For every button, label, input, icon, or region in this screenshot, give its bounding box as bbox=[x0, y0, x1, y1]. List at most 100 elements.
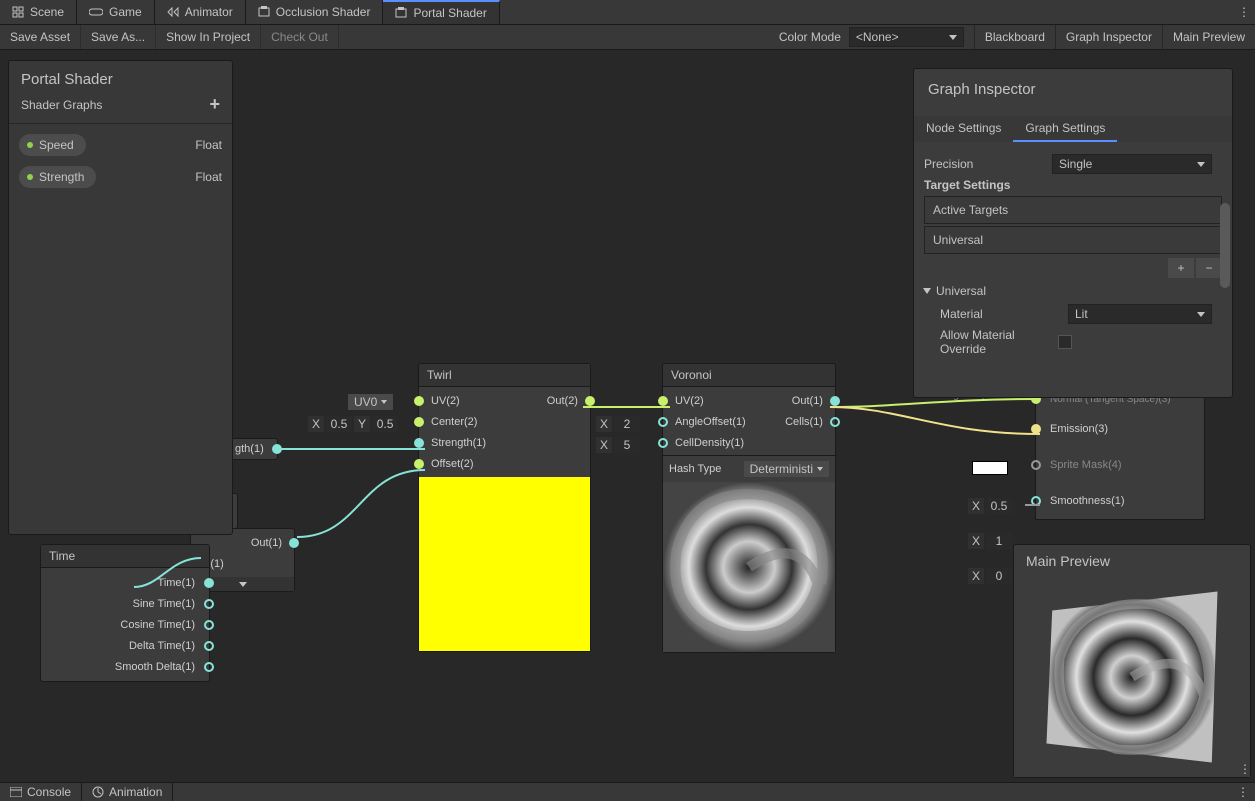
property-strength[interactable]: Strength bbox=[19, 166, 96, 188]
tab-console[interactable]: Console bbox=[0, 783, 82, 801]
float-input[interactable]: X0 bbox=[968, 568, 1012, 584]
animation-icon bbox=[92, 786, 104, 798]
target-universal-item[interactable]: Universal bbox=[924, 226, 1222, 254]
cell-density-input[interactable]: X5 bbox=[596, 437, 640, 453]
precision-select[interactable]: Single bbox=[1052, 154, 1212, 174]
output-port[interactable] bbox=[830, 396, 840, 406]
window-tab-bar: Scene Game Animator Occlusion Shader Por… bbox=[0, 0, 1255, 25]
center-xy-input[interactable]: X0.5 Y0.5 bbox=[308, 416, 398, 432]
blackboard-subtitle: Shader Graphs bbox=[21, 98, 102, 112]
universal-foldout[interactable]: Universal bbox=[924, 284, 1222, 298]
main-preview-title: Main Preview bbox=[1014, 545, 1250, 577]
main-preview-viewport[interactable] bbox=[1014, 577, 1250, 777]
node-title: Twirl bbox=[419, 364, 590, 387]
tab-occlusion-shader[interactable]: Occlusion Shader bbox=[246, 0, 384, 24]
chevron-down-icon bbox=[923, 288, 931, 294]
float-input[interactable]: X1 bbox=[968, 533, 1012, 549]
tab-graph-settings[interactable]: Graph Settings bbox=[1013, 116, 1117, 142]
tab-label: Occlusion Shader bbox=[276, 5, 371, 19]
input-port[interactable] bbox=[658, 417, 668, 427]
node-preview bbox=[663, 482, 835, 652]
property-dot-icon bbox=[27, 174, 33, 180]
property-speed[interactable]: Speed bbox=[19, 134, 86, 156]
tab-label: Animator bbox=[185, 5, 233, 19]
graph-inspector-panel[interactable]: Graph Inspector Node Settings Graph Sett… bbox=[913, 68, 1233, 398]
tab-animation[interactable]: Animation bbox=[82, 783, 173, 801]
uv-channel-select[interactable]: UV0 bbox=[348, 394, 393, 410]
output-port[interactable] bbox=[289, 538, 299, 548]
tab-scene[interactable]: Scene bbox=[0, 0, 77, 24]
output-port[interactable] bbox=[585, 396, 595, 406]
input-port[interactable] bbox=[414, 396, 424, 406]
chevron-down-icon bbox=[1197, 162, 1205, 167]
allow-override-label: Allow Material Override bbox=[940, 328, 1050, 356]
output-port[interactable] bbox=[204, 620, 214, 630]
main-preview-toggle[interactable]: Main Preview bbox=[1162, 25, 1255, 49]
tab-animator[interactable]: Animator bbox=[155, 0, 246, 24]
color-swatch[interactable] bbox=[972, 461, 1008, 475]
blackboard-panel[interactable]: Portal Shader Shader Graphs + Speed Floa… bbox=[8, 60, 233, 535]
tab-node-settings[interactable]: Node Settings bbox=[914, 116, 1013, 142]
console-icon bbox=[10, 787, 22, 797]
property-node-strength[interactable]: gth(1) bbox=[230, 438, 278, 460]
property-dot-icon bbox=[27, 142, 33, 148]
output-port[interactable] bbox=[272, 444, 282, 454]
node-time[interactable]: Time Time(1) Sine Time(1) Cosine Time(1)… bbox=[40, 544, 210, 682]
scene-icon bbox=[12, 6, 24, 18]
property-type: Float bbox=[195, 138, 222, 152]
node-fragment[interactable]: Normal (Tangent Space)(3) Emission(3) Sp… bbox=[1035, 386, 1205, 520]
material-label: Material bbox=[940, 307, 1060, 321]
remove-target-button[interactable]: − bbox=[1196, 258, 1222, 278]
output-port[interactable] bbox=[204, 599, 214, 609]
material-select[interactable]: Lit bbox=[1068, 304, 1212, 324]
input-port[interactable] bbox=[1031, 496, 1041, 506]
main-preview-panel[interactable]: Main Preview bbox=[1013, 544, 1251, 778]
output-port[interactable] bbox=[830, 417, 840, 427]
add-property-button[interactable]: + bbox=[209, 94, 220, 115]
shader-toolbar: Save Asset Save As... Show In Project Ch… bbox=[0, 25, 1255, 50]
tab-game[interactable]: Game bbox=[77, 0, 155, 24]
hash-type-select[interactable]: Deterministi bbox=[744, 461, 829, 477]
add-target-button[interactable]: + bbox=[1168, 258, 1194, 278]
input-port[interactable] bbox=[1031, 424, 1041, 434]
inspector-scrollbar[interactable] bbox=[1220, 203, 1230, 288]
chevron-down-icon bbox=[949, 35, 957, 40]
input-port[interactable] bbox=[658, 438, 668, 448]
output-port[interactable] bbox=[204, 662, 214, 672]
node-voronoi[interactable]: Voronoi UV(2) Out(1) AngleOffset(1) Cell… bbox=[662, 363, 836, 653]
tab-portal-shader[interactable]: Portal Shader bbox=[383, 0, 499, 24]
check-out-button[interactable]: Check Out bbox=[261, 25, 339, 49]
blackboard-title: Portal Shader bbox=[21, 71, 220, 88]
input-port[interactable] bbox=[414, 459, 424, 469]
preview-context-menu[interactable]: ⋮ bbox=[1239, 762, 1251, 776]
color-mode-select[interactable]: <None> bbox=[849, 27, 964, 47]
blackboard-toggle[interactable]: Blackboard bbox=[974, 25, 1055, 49]
output-port[interactable] bbox=[204, 641, 214, 651]
allow-override-checkbox[interactable] bbox=[1058, 335, 1072, 349]
bottom-tab-bar: Console Animation ⋮ bbox=[0, 782, 1255, 801]
tab-overflow-menu[interactable]: ⋮ bbox=[1233, 0, 1255, 24]
bottom-overflow-menu[interactable]: ⋮ bbox=[1231, 785, 1255, 799]
active-targets-header: Active Targets bbox=[924, 196, 1222, 224]
shader-icon bbox=[258, 6, 270, 18]
show-in-project-button[interactable]: Show In Project bbox=[156, 25, 261, 49]
output-port[interactable] bbox=[204, 578, 214, 588]
input-port[interactable] bbox=[414, 417, 424, 427]
property-row[interactable]: Speed Float bbox=[19, 134, 222, 156]
angle-offset-input[interactable]: X2 bbox=[596, 416, 640, 432]
target-settings-header: Target Settings bbox=[924, 178, 1222, 192]
shader-graph-canvas[interactable]: Portal Shader Shader Graphs + Speed Floa… bbox=[0, 50, 1255, 782]
input-port[interactable] bbox=[1031, 460, 1041, 470]
save-asset-button[interactable]: Save Asset bbox=[0, 25, 81, 49]
chevron-down-icon bbox=[239, 582, 247, 587]
chevron-down-icon bbox=[1197, 312, 1205, 317]
input-port[interactable] bbox=[658, 396, 668, 406]
precision-label: Precision bbox=[924, 157, 1044, 171]
save-as-button[interactable]: Save As... bbox=[81, 25, 156, 49]
graph-inspector-toggle[interactable]: Graph Inspector bbox=[1055, 25, 1162, 49]
property-row[interactable]: Strength Float bbox=[19, 166, 222, 188]
input-port[interactable] bbox=[414, 438, 424, 448]
tab-label: Portal Shader bbox=[413, 6, 486, 20]
node-twirl[interactable]: Twirl UV(2) Out(2) Center(2) Strength(1)… bbox=[418, 363, 591, 652]
smoothness-input[interactable]: X0.5 bbox=[968, 498, 1012, 514]
